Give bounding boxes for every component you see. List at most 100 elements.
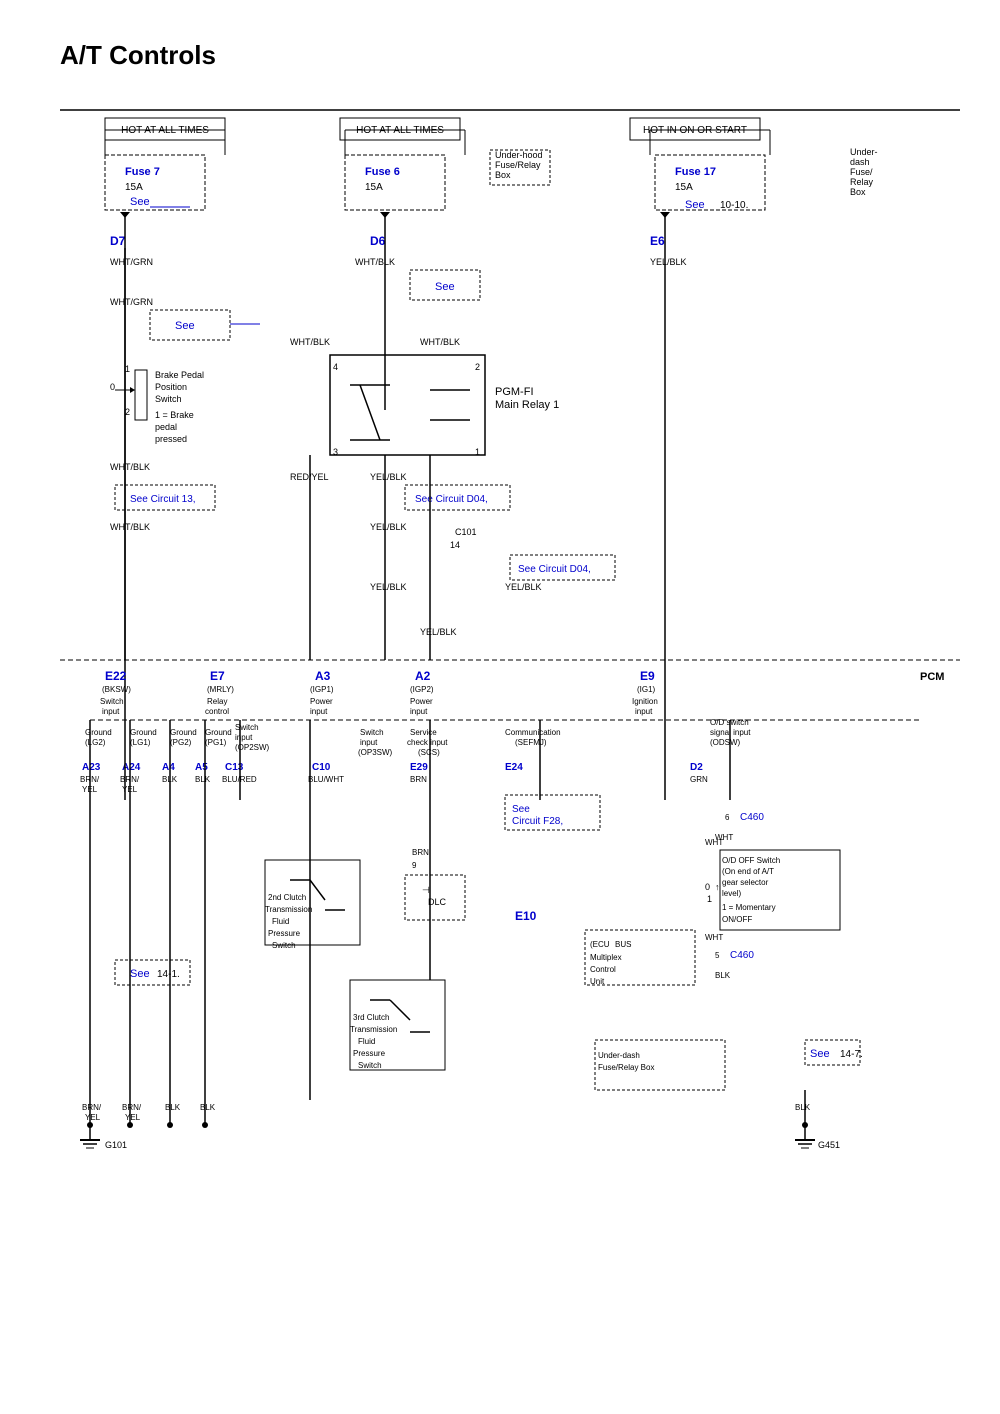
- gnd-pg2: Ground: [170, 728, 197, 737]
- wire-whtblk-left: WHT/BLK: [110, 462, 150, 472]
- a3-label: A3: [315, 669, 331, 683]
- see-ref-147: 14-7.: [840, 1049, 863, 1060]
- e9-func1: Ignition: [632, 697, 658, 706]
- gnd-lg1-sub: (LG1): [130, 738, 151, 747]
- relay-pin1: 1: [475, 447, 480, 457]
- diagram-container: HOT AT ALL TIMES HOT AT ALL TIMES HOT IN…: [50, 100, 980, 1394]
- e7-func2: control: [205, 707, 229, 716]
- fuse6-value: 15A: [365, 182, 383, 193]
- e9-sub: (IG1): [637, 685, 656, 694]
- see14-1-ref: 14-1.: [157, 969, 180, 980]
- switch-op3sw2: input: [360, 738, 378, 747]
- circuitd04-see1: See Circuit D04,: [415, 494, 488, 505]
- fuse6-label: Fuse 6: [365, 166, 400, 178]
- switch-op3sw: Switch: [360, 728, 384, 737]
- mcu-label2: Control: [590, 965, 616, 974]
- bpps-num0: 0: [110, 382, 115, 392]
- bottom-wire-brn-yel-1: BRN/: [82, 1103, 102, 1112]
- underhood-box-label2: Fuse/Relay: [495, 160, 541, 170]
- wire-whtblk-2: WHT/BLK: [290, 337, 330, 347]
- a3-func2: input: [310, 707, 328, 716]
- e29-wire: BRN: [410, 775, 427, 784]
- c10-wire: BLU/WHT: [308, 775, 344, 784]
- wire-yelblk-2: YEL/BLK: [370, 472, 407, 482]
- e22-func2: input: [102, 707, 120, 716]
- 2nd-clutch-label3: Fluid: [272, 917, 289, 926]
- c101-pin: 14: [450, 540, 460, 550]
- c460-lower-label: C460: [730, 950, 754, 961]
- underhood-box-label: Under-hood: [495, 150, 543, 160]
- fuse7-value: 15A: [125, 182, 143, 193]
- 3rd-clutch-label4: Pressure: [353, 1049, 386, 1058]
- d7-label: D7: [110, 234, 126, 248]
- a23-label: A23: [82, 762, 101, 773]
- a3-sub: (IGP1): [310, 685, 334, 694]
- relay-pin3: 3: [333, 447, 338, 457]
- underdash-box-label-top: Under-: [850, 147, 878, 157]
- d6-see: See: [435, 281, 455, 293]
- fuse17-value: 15A: [675, 182, 693, 193]
- 3rd-clutch-label2: Transmission: [350, 1025, 397, 1034]
- od-switch-label1: O/D OFF Switch: [722, 856, 780, 865]
- 2nd-clutch-label1: 2nd Clutch: [268, 893, 306, 902]
- wire-yelblk-4: YEL/BLK: [370, 582, 407, 592]
- switch-input-label2: input: [235, 733, 253, 742]
- page-title: A/T Controls: [60, 40, 216, 71]
- comm-sefmj: (SEFMJ): [515, 738, 547, 747]
- switch-op3sw-sub: (OP3SW): [358, 748, 393, 757]
- d2-label: D2: [690, 762, 703, 773]
- e6-label: E6: [650, 234, 665, 248]
- mcu-label1: Multiplex: [590, 953, 622, 962]
- bpps-label5: pedal: [155, 422, 177, 432]
- wire-whtblk-3: WHT/BLK: [420, 337, 460, 347]
- circuitd04-see2: See Circuit D04,: [518, 564, 591, 575]
- blk-wire-c460: BLK: [715, 971, 731, 980]
- bottom-wire-brn-yel-2: BRN/: [122, 1103, 142, 1112]
- pcm-label: PCM: [920, 671, 944, 683]
- fuse17-see: See: [685, 199, 705, 211]
- e10-label: E10: [515, 909, 537, 923]
- underdash-box-label-top5: Box: [850, 187, 866, 197]
- gnd-pg1: Ground: [205, 728, 232, 737]
- underdash-box-label-top4: Relay: [850, 177, 874, 187]
- underdash-bottom-label2: Fuse/Relay Box: [598, 1063, 654, 1072]
- gnd-lg2-sub: (LG2): [85, 738, 106, 747]
- fuse7-label: Fuse 7: [125, 166, 160, 178]
- bottom-wire-brn-yel-1b: YEL: [85, 1113, 101, 1122]
- dlc-label: DLC: [428, 897, 447, 907]
- wire-yelblk-top: YEL/BLK: [650, 257, 687, 267]
- a2-sub: (IGP2): [410, 685, 434, 694]
- a4-label: A4: [162, 762, 175, 773]
- d6-label: D6: [370, 234, 386, 248]
- gnd-lg2: Ground: [85, 728, 112, 737]
- wire-whtgrn-2: WHT/GRN: [110, 297, 153, 307]
- e7-sub: (MRLY): [207, 685, 234, 694]
- see-main: See: [810, 1048, 830, 1060]
- bpps-label4: 1 = Brake: [155, 410, 194, 420]
- od-signal-odsw: (ODSW): [710, 738, 741, 747]
- wire-whtblk-1: WHT/BLK: [355, 257, 395, 267]
- service-check-scs: (SCS): [418, 748, 440, 757]
- od-switch-label6: ON/OFF: [722, 915, 752, 924]
- gnd-lg1: Ground: [130, 728, 157, 737]
- od-switch-label4: level): [722, 889, 741, 898]
- circuitf28-see: See: [512, 804, 530, 815]
- bpps-num2: 2: [125, 407, 130, 417]
- gnd-pg2-sub: (PG2): [170, 738, 192, 747]
- wire-yelblk-6: YEL/BLK: [420, 627, 457, 637]
- a5-label: A5: [195, 762, 208, 773]
- fuse17-label: Fuse 17: [675, 166, 716, 178]
- od-switch-0: 0: [705, 882, 710, 892]
- dlc-arrow: ⊣: [422, 885, 430, 895]
- circuitf28-ref: Circuit F28,: [512, 816, 563, 827]
- bpps-num1: 1: [125, 364, 130, 374]
- 2nd-clutch-label5: Switch: [272, 941, 296, 950]
- wire-yelblk-3: YEL/BLK: [370, 522, 407, 532]
- e29-label: E29: [410, 762, 428, 773]
- relay-pin4: 4: [333, 362, 338, 372]
- service-check2: check input: [407, 738, 448, 747]
- e24-label: E24: [505, 762, 523, 773]
- wire-whtgrn-1: WHT/GRN: [110, 257, 153, 267]
- wht-wire-od2: WHT: [705, 933, 723, 942]
- relay-label-1: PGM-FI: [495, 386, 534, 398]
